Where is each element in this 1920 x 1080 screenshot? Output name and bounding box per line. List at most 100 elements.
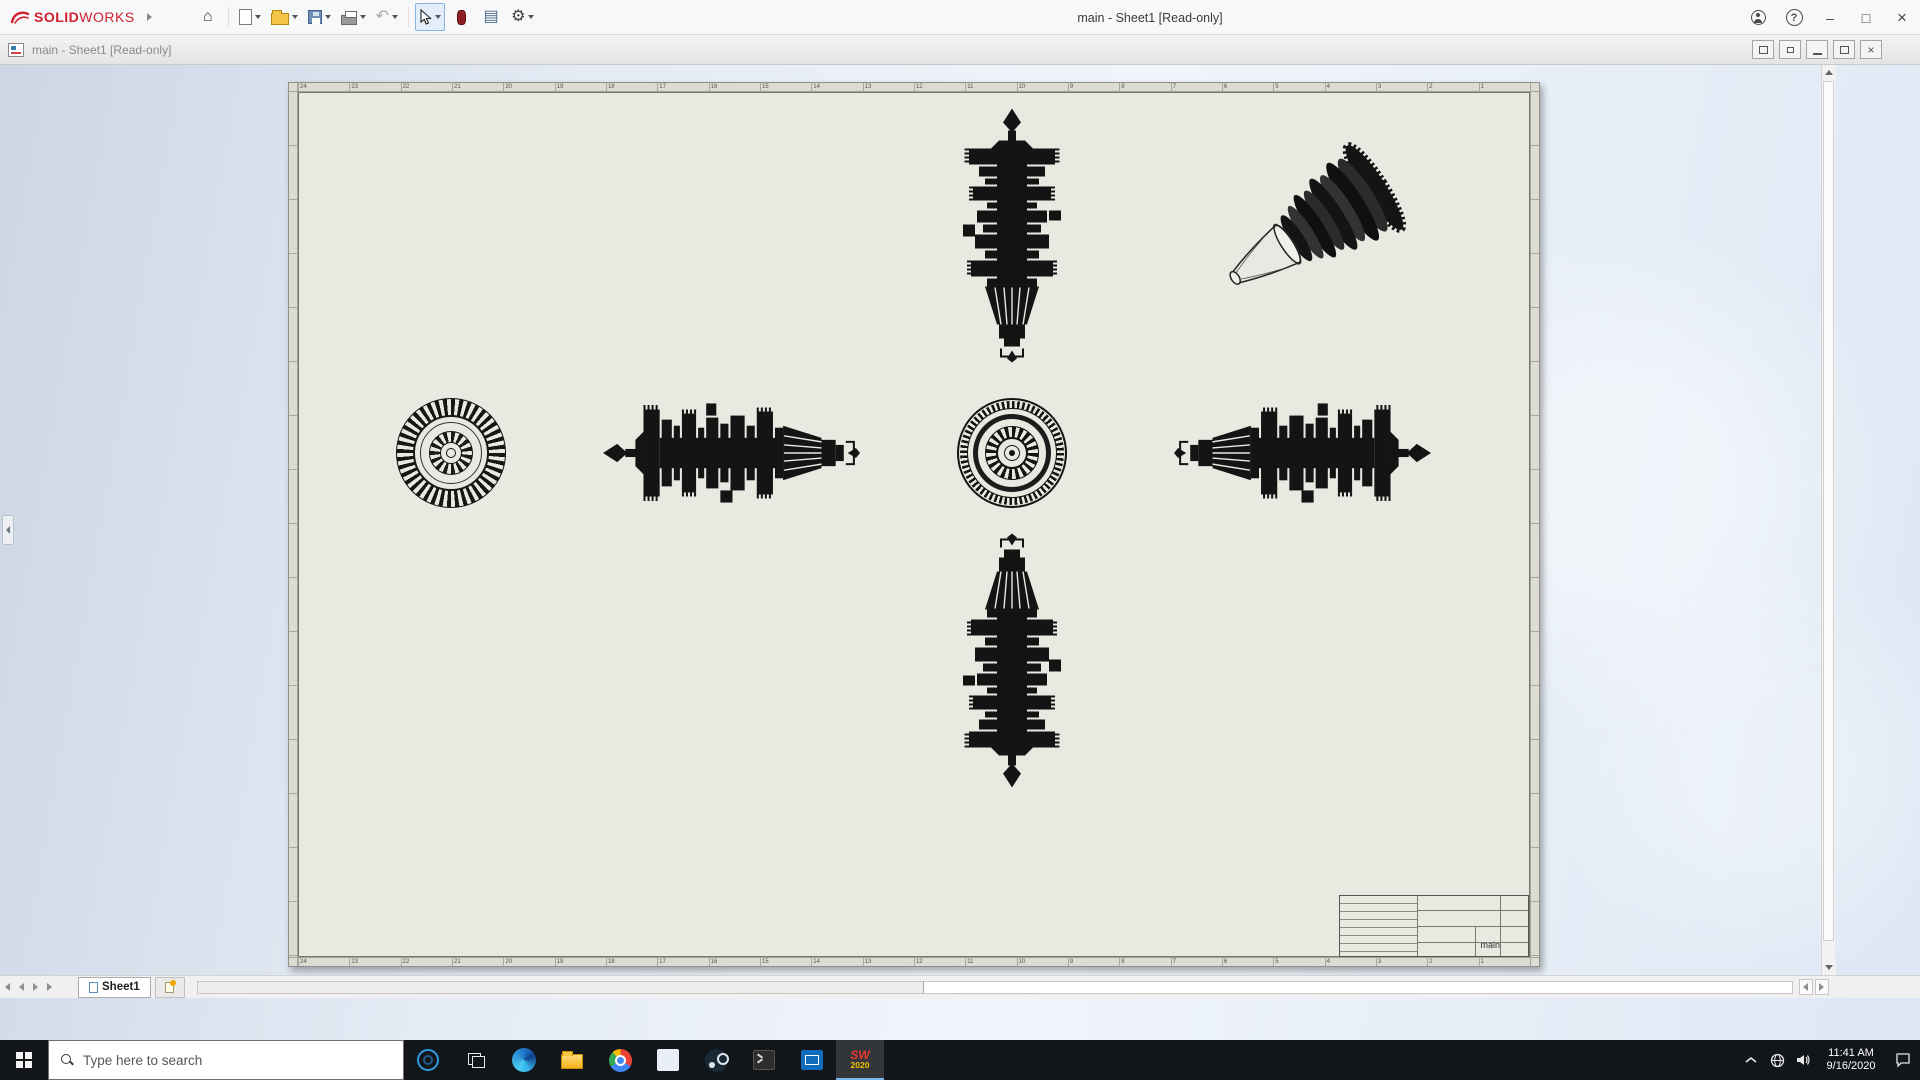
rear-center-dot <box>1009 450 1015 456</box>
brand-solid: SOLID <box>34 9 79 25</box>
first-sheet-button[interactable] <box>0 979 14 995</box>
ruler-label: 4 <box>1325 958 1376 966</box>
main-toolbar: ⌂ ↶ <box>194 3 539 31</box>
start-button[interactable] <box>0 1040 48 1080</box>
drawing-view-front[interactable] <box>396 398 506 508</box>
new-document-button[interactable] <box>235 3 265 31</box>
doc-tile-button[interactable] <box>1779 40 1801 59</box>
mail-button[interactable] <box>788 1040 836 1080</box>
help-button[interactable]: ? <box>1776 0 1812 35</box>
chevron-down-icon <box>292 15 298 19</box>
ruler-label: 20 <box>503 83 554 91</box>
close-icon: × <box>1897 8 1907 28</box>
system-tray: 11:41 AM 9/16/2020 <box>1738 1040 1920 1080</box>
ruler-label: 9 <box>1068 83 1119 91</box>
drawing-view-right[interactable] <box>1170 397 1433 509</box>
ruler-label: 22 <box>401 83 452 91</box>
photos-button[interactable] <box>644 1040 692 1080</box>
tab-sheet1[interactable]: Sheet1 <box>78 977 151 998</box>
chevron-down-icon <box>392 15 398 19</box>
task-view-button[interactable] <box>452 1040 500 1080</box>
document-window-controls: × <box>1752 40 1882 59</box>
clock-time: 11:41 AM <box>1816 1047 1886 1060</box>
title-block-line <box>1418 910 1528 911</box>
graphics-area[interactable]: 242322212019181716151413121110987654321 … <box>0 65 1920 1040</box>
print-icon <box>341 15 357 25</box>
action-center-button[interactable] <box>1886 1040 1920 1080</box>
save-button[interactable] <box>304 3 335 31</box>
doc-restore-button[interactable] <box>1833 40 1855 59</box>
titlebar-right-controls: ? – □ × <box>1740 0 1920 35</box>
last-sheet-button[interactable] <box>42 979 56 995</box>
minimize-button[interactable]: – <box>1812 0 1848 35</box>
ruler-label: 4 <box>1325 83 1376 91</box>
terminal-button[interactable] <box>740 1040 788 1080</box>
volume-button[interactable] <box>1790 1040 1816 1080</box>
solidworks-taskbar-button[interactable]: SW 2020 <box>836 1040 884 1080</box>
ruler-label: 6 <box>1222 83 1273 91</box>
sheet-ruler-top: 242322212019181716151413121110987654321 <box>298 83 1530 92</box>
sheet-format-button[interactable]: ▤ <box>477 3 505 31</box>
edge-button[interactable] <box>500 1040 548 1080</box>
doc-minimize-button[interactable] <box>1806 40 1828 59</box>
undo-button[interactable]: ↶ <box>372 3 402 31</box>
feature-manager-flyout-tab[interactable] <box>2 515 14 545</box>
horizontal-scrollbar[interactable] <box>197 981 1793 994</box>
drawing-view-isometric[interactable] <box>1201 142 1421 313</box>
ruler-label: 7 <box>1171 958 1222 966</box>
scroll-up-button[interactable] <box>1822 65 1836 80</box>
network-button[interactable] <box>1764 1040 1790 1080</box>
ruler-label: 17 <box>657 83 708 91</box>
search-input[interactable] <box>83 1053 363 1068</box>
scroll-tabs-left-button[interactable] <box>1799 979 1813 995</box>
title-block-line <box>1475 926 1476 956</box>
ruler-label: 24 <box>298 958 349 966</box>
tray-overflow-button[interactable] <box>1738 1040 1764 1080</box>
vertical-scrollbar[interactable] <box>1821 65 1835 975</box>
display-cylinder-icon <box>457 10 466 25</box>
windows-taskbar: SW 2020 <box>0 1040 1920 1080</box>
open-button[interactable] <box>267 3 302 31</box>
previous-sheet-button[interactable] <box>14 979 28 995</box>
sheet-format-icon: ▤ <box>484 9 499 25</box>
next-sheet-button[interactable] <box>28 979 42 995</box>
arrow-left-icon <box>5 983 10 991</box>
add-sheet-button[interactable] <box>155 977 185 998</box>
horizontal-scrollbar-thumb[interactable] <box>198 982 924 993</box>
ruler-label: 23 <box>349 958 400 966</box>
doc-close-button[interactable]: × <box>1860 40 1882 59</box>
taskbar-search[interactable] <box>48 1040 404 1080</box>
doc-cascade-button[interactable] <box>1752 40 1774 59</box>
options-button[interactable]: ⚙ <box>507 3 538 31</box>
print-button[interactable] <box>337 3 370 31</box>
brand-expand-arrow-icon[interactable] <box>147 13 152 21</box>
ruler-label: 15 <box>760 958 811 966</box>
drawing-view-rear[interactable] <box>957 398 1067 508</box>
vertical-scrollbar-thumb[interactable] <box>1823 81 1834 941</box>
edge-icon <box>512 1048 536 1072</box>
document-titlebar: main - Sheet1 [Read-only] × <box>0 35 1920 65</box>
chevron-up-icon <box>1745 1056 1757 1064</box>
drawing-sheet[interactable]: 242322212019181716151413121110987654321 … <box>288 82 1540 967</box>
ruler-corner <box>289 957 298 966</box>
drawing-view-left[interactable] <box>601 397 864 509</box>
steam-button[interactable] <box>692 1040 740 1080</box>
file-explorer-button[interactable] <box>548 1040 596 1080</box>
taskbar-clock[interactable]: 11:41 AM 9/16/2020 <box>1816 1047 1886 1073</box>
home-button[interactable]: ⌂ <box>194 3 222 31</box>
scroll-tabs-right-button[interactable] <box>1815 979 1829 995</box>
ruler-label: 18 <box>606 958 657 966</box>
maximize-button[interactable]: □ <box>1848 0 1884 35</box>
display-settings-button[interactable] <box>447 3 475 31</box>
account-button[interactable] <box>1740 0 1776 35</box>
close-button[interactable]: × <box>1884 0 1920 35</box>
ruler-label: 9 <box>1068 958 1119 966</box>
drawing-view-bottom[interactable] <box>957 528 1067 791</box>
ruler-label: 6 <box>1222 958 1273 966</box>
drawing-view-top[interactable] <box>957 105 1067 368</box>
cortana-button[interactable] <box>404 1040 452 1080</box>
minimize-icon: – <box>1826 10 1834 26</box>
chrome-button[interactable] <box>596 1040 644 1080</box>
select-tool-button[interactable] <box>415 3 445 31</box>
scroll-down-button[interactable] <box>1822 960 1836 975</box>
